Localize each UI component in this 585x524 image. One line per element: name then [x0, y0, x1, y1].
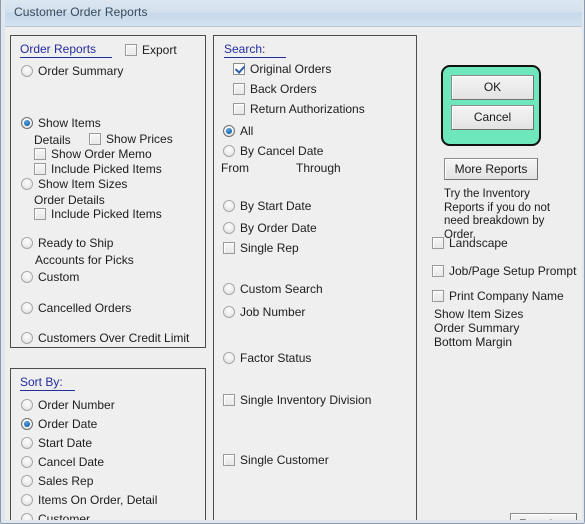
- radio-job-number-label: Job Number: [240, 305, 306, 319]
- radio-factor-status-label: Factor Status: [240, 351, 312, 365]
- radio-show-item-sizes-dot: [21, 178, 33, 190]
- radio-custom-search-dot: [223, 283, 235, 295]
- radio-customers-over-credit-limit-label: Customers Over Credit Limit: [38, 331, 190, 345]
- checkbox-job-page-setup-prompt-box: [432, 265, 444, 277]
- radio-ready-to-ship-label: Ready to Ship: [38, 236, 114, 250]
- ok-button[interactable]: OK: [451, 75, 534, 100]
- checkbox-print-company-name-label: Print Company Name: [449, 289, 564, 303]
- customer-order-reports-window: Customer Order Reports Order Reports Exp…: [0, 0, 585, 524]
- radio-ready-to-ship-dot: [21, 237, 33, 249]
- checkbox-include-picked-items-2-label: Include Picked Items: [51, 207, 162, 221]
- checkbox-original-orders-box: [233, 63, 245, 75]
- checkbox-single-rep-label: Single Rep: [240, 241, 299, 255]
- more-reports-button[interactable]: More Reports: [444, 158, 538, 180]
- summary-line-order-summary: Order Summary: [434, 321, 520, 335]
- checkbox-include-picked-items-2-box: [34, 208, 46, 220]
- radio-all-dot: [223, 125, 235, 137]
- inventory-reports-hint: Try the Inventory Reports if you do not …: [444, 188, 551, 241]
- order-reports-panel-title: Order Reports: [20, 42, 112, 58]
- order-details-label: Order Details: [34, 193, 105, 207]
- summary-line-bottom-margin: Bottom Margin: [434, 335, 513, 349]
- checkbox-landscape-box: [432, 237, 444, 249]
- radio-show-item-sizes-label: Show Item Sizes: [38, 177, 128, 191]
- radio-show-items-label: Show Items: [38, 116, 101, 130]
- checkbox-single-customer-label: Single Customer: [240, 453, 329, 467]
- radio-sort-customer-dot: [21, 513, 33, 523]
- radio-sort-order-date-dot: [21, 418, 33, 430]
- checkbox-include-picked-items-1-box: [34, 163, 46, 175]
- checkbox-return-authorizations-label: Return Authorizations: [250, 102, 365, 116]
- radio-all-label: All: [240, 124, 254, 138]
- checkbox-single-inventory-division-box: [223, 394, 235, 406]
- order-reports-panel: Order Reports Export Order Summary Show …: [10, 35, 206, 348]
- radio-order-summary-label: Order Summary: [38, 64, 124, 78]
- radio-by-start-date-dot: [223, 200, 235, 212]
- window-titlebar[interactable]: Customer Order Reports: [1, 0, 584, 27]
- radio-custom-label: Custom: [38, 270, 80, 284]
- checkbox-show-prices-label: Show Prices: [106, 132, 173, 146]
- checkbox-export-box: [125, 44, 137, 56]
- radio-sort-sales-rep-label: Sales Rep: [38, 474, 94, 488]
- checkbox-single-rep-box: [223, 242, 235, 254]
- checkbox-single-customer-box: [223, 454, 235, 466]
- checkbox-show-order-memo-box: [34, 148, 46, 160]
- sort-by-panel: Sort By: Order Number Order Date Start D…: [10, 368, 206, 524]
- radio-job-number-dot: [223, 306, 235, 318]
- radio-cancelled-orders-dot: [21, 302, 33, 314]
- radio-customers-over-credit-limit-dot: [21, 332, 33, 344]
- checkbox-show-prices-box: [89, 133, 101, 145]
- radio-sort-start-date-label: Start Date: [38, 436, 93, 450]
- radio-sort-items-on-order-detail-label: Items On Order, Detail: [38, 493, 158, 507]
- radio-by-order-date-dot: [223, 222, 235, 234]
- dialog-client-area: Order Reports Export Order Summary Show …: [1, 27, 584, 524]
- window-title: Customer Order Reports: [14, 5, 148, 19]
- radio-by-cancel-date-dot: [223, 145, 235, 157]
- from-label: From: [221, 161, 249, 175]
- search-panel-title: Search:: [224, 42, 286, 58]
- radio-sort-items-on-order-detail-dot: [21, 494, 33, 506]
- sort-by-panel-title: Sort By:: [20, 375, 75, 391]
- radio-sort-cancel-date-label: Cancel Date: [38, 455, 105, 469]
- checkbox-show-order-memo-label: Show Order Memo: [51, 147, 152, 161]
- radio-by-start-date-label: By Start Date: [240, 199, 312, 213]
- checkbox-print-company-name-box: [432, 290, 444, 302]
- radio-custom-search-label: Custom Search: [240, 282, 323, 296]
- checkbox-job-page-setup-prompt-label: Job/Page Setup Prompt: [449, 264, 577, 278]
- radio-show-items-dot: [21, 117, 33, 129]
- radio-by-cancel-date-label: By Cancel Date: [240, 144, 324, 158]
- checkbox-export-label: Export: [142, 43, 177, 57]
- checkbox-back-orders-box: [233, 83, 245, 95]
- summary-line-show-item-sizes: Show Item Sizes: [434, 307, 524, 321]
- radio-by-order-date-label: By Order Date: [240, 221, 317, 235]
- ok-cancel-group: OK Cancel: [441, 65, 541, 146]
- through-label: Through: [296, 161, 341, 175]
- radio-sort-order-number-dot: [21, 399, 33, 411]
- checkbox-landscape-label: Landscape: [449, 236, 508, 250]
- search-panel: Search: Original Orders Back Orders Retu…: [213, 35, 417, 523]
- cancel-button[interactable]: Cancel: [451, 105, 534, 130]
- details-label: Details: [34, 133, 71, 147]
- radio-sort-customer-label: Customer: [38, 512, 91, 524]
- radio-order-summary-dot: [21, 65, 33, 77]
- radio-factor-status-dot: [223, 352, 235, 364]
- checkbox-include-picked-items-1-label: Include Picked Items: [51, 162, 162, 176]
- favorites-button[interactable]: Favorites: [510, 513, 577, 523]
- radio-custom-dot: [21, 271, 33, 283]
- radio-sort-order-date-label: Order Date: [38, 417, 98, 431]
- checkbox-single-inventory-division-label: Single Inventory Division: [240, 393, 372, 407]
- checkbox-return-authorizations-box: [233, 103, 245, 115]
- radio-sort-cancel-date-dot: [21, 456, 33, 468]
- checkbox-back-orders-label: Back Orders: [250, 82, 317, 96]
- accounts-for-picks-label: Accounts for Picks: [35, 253, 134, 267]
- radio-sort-start-date-dot: [21, 437, 33, 449]
- checkbox-original-orders-label: Original Orders: [250, 62, 332, 76]
- radio-sort-order-number-label: Order Number: [38, 398, 115, 412]
- radio-cancelled-orders-label: Cancelled Orders: [38, 301, 132, 315]
- radio-sort-sales-rep-dot: [21, 475, 33, 487]
